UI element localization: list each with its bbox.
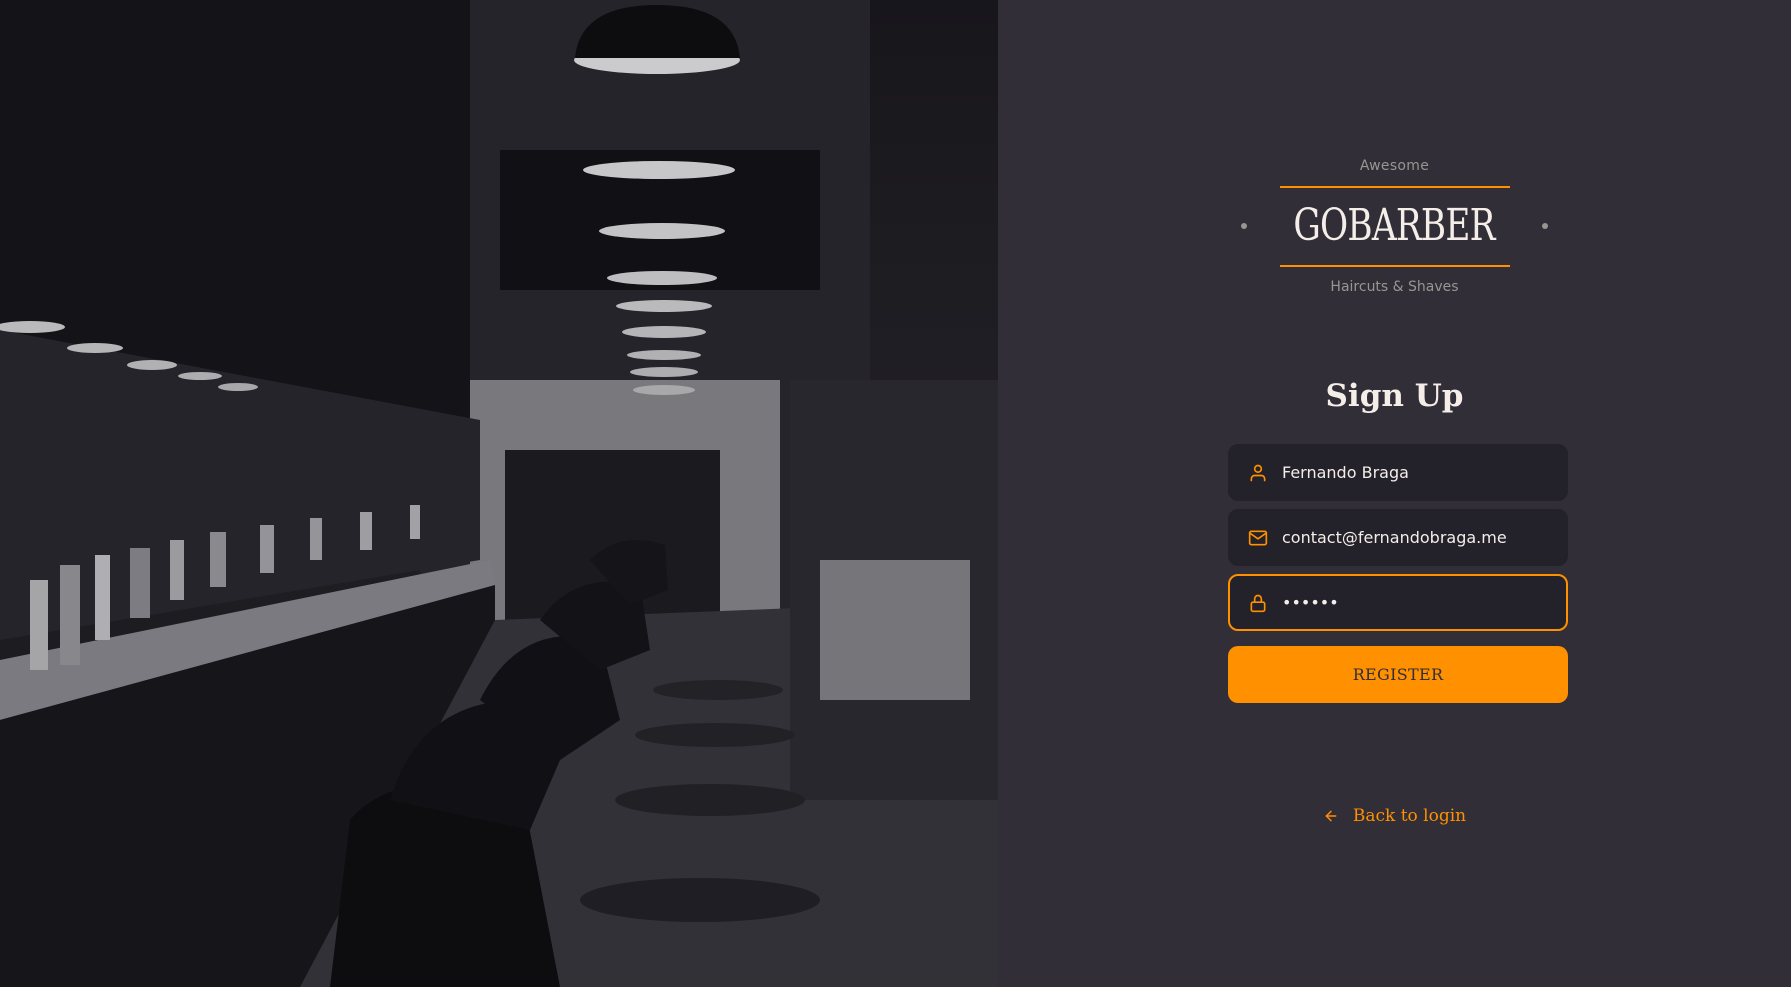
logo-wordmark-row: GOBARBER [1241,200,1548,251]
logo-tagline-top: Awesome [1359,158,1430,174]
signup-panel: Awesome GOBARBER Haircuts & Shaves Sign … [998,0,1791,987]
name-field[interactable] [1228,444,1568,501]
back-to-login-label: Back to login [1352,806,1467,826]
name-input[interactable] [1282,463,1566,482]
back-to-login-link[interactable]: Back to login [998,806,1791,826]
password-input[interactable] [1282,593,1566,612]
logo-wordmark: GOBARBER [1293,200,1496,251]
gobarber-logo: Awesome GOBARBER Haircuts & Shaves [998,158,1791,295]
logo-bottom-rule [1279,265,1510,267]
logo-left-dot [1241,223,1248,229]
lock-icon [1250,594,1266,612]
user-icon [1250,464,1266,481]
logo-tagline-bottom: Haircuts & Shaves [1330,279,1459,295]
barbershop-photo [0,0,998,987]
barbershop-photo-art [0,0,998,987]
logo-right-dot [1541,223,1548,229]
email-input[interactable] [1282,528,1566,547]
page-title: Sign Up [1325,378,1464,414]
email-field[interactable] [1228,509,1568,566]
logo-top-rule [1279,186,1510,188]
arrow-left-icon [1325,810,1337,822]
register-button[interactable]: REGISTER [1228,646,1568,703]
password-field[interactable] [1228,574,1568,631]
mail-icon [1248,530,1268,545]
